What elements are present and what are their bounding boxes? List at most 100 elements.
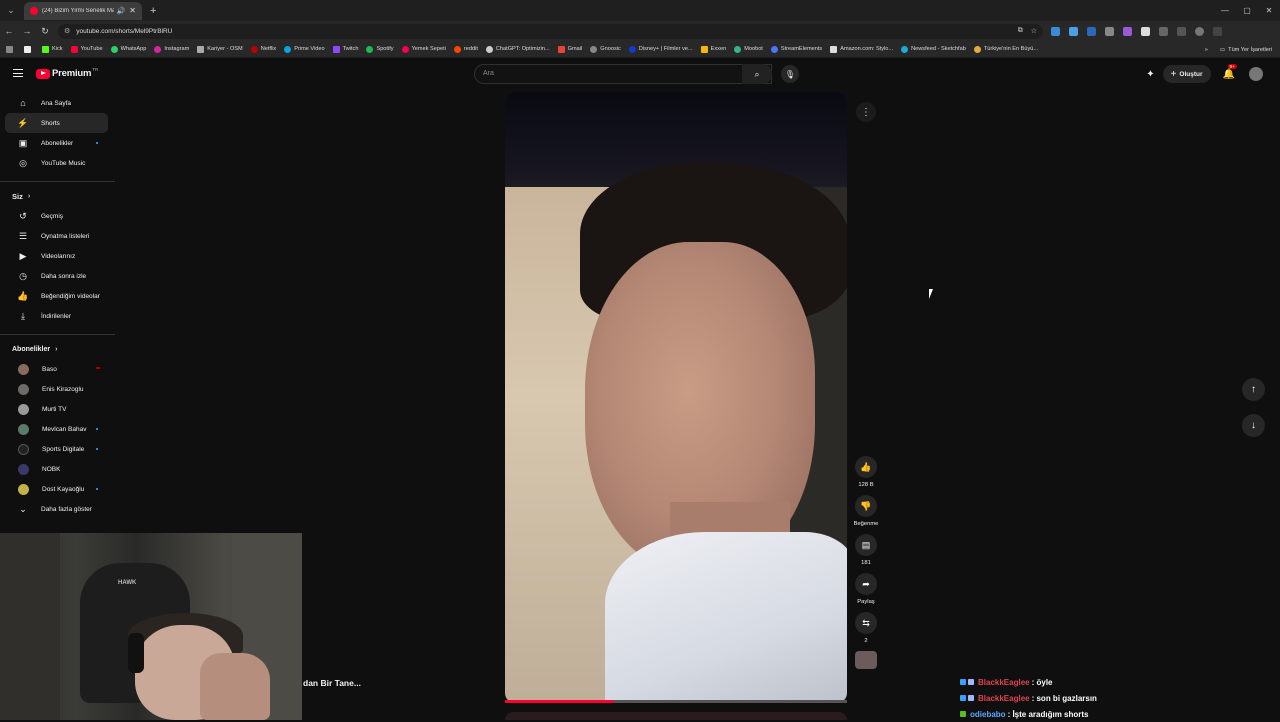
sidepanel-icon[interactable] [1177,26,1186,36]
sidebar-sub-channel[interactable]: Baso [5,359,108,379]
bookmark-kick[interactable]: Kick [42,45,63,53]
bookmark-whatsapp[interactable]: WhatsApp [110,45,146,53]
home-icon: ⌂ [20,98,26,108]
bookmark-spotify[interactable]: Spotify [366,45,394,53]
sidebar-sub-channel[interactable]: Murti TV [5,399,108,419]
bookmark-streamelements[interactable]: StreamElements [770,45,822,53]
new-tab-icon[interactable]: + [150,5,156,17]
previous-short-button[interactable]: ↑ [1242,378,1265,401]
minimize-icon[interactable]: — [1214,0,1236,21]
bookmark-gnoosic[interactable]: Gnoosic [590,45,621,53]
bookmark-netflix[interactable]: Netflix [250,45,276,53]
tab-close-icon[interactable]: ✕ [129,6,136,15]
voice-search-button[interactable]: 🎙 [781,65,799,83]
next-short-button[interactable]: ↓ [1242,414,1265,437]
all-bookmarks[interactable]: » ▭ Tüm Yer İşaretleri [1205,41,1272,58]
site-info-icon[interactable]: ⚙ [64,27,70,35]
live-indicator [96,367,100,369]
bookmark-gmail[interactable]: Gmail [557,45,582,53]
cast-icon[interactable]: ✦ [1146,69,1154,80]
sidebar-section-subscriptions[interactable]: Abonelikler › [0,339,115,359]
reload-icon[interactable]: ↻ [36,26,54,37]
extension-icon[interactable] [1051,26,1060,36]
bookmark-star-icon[interactable]: ☆ [1031,27,1037,35]
like-button[interactable]: 👍 [855,456,877,478]
sidebar-section-you[interactable]: Siz › [0,186,115,206]
remix-button[interactable]: ⇆ [855,612,877,634]
install-icon[interactable]: ⧉ [1018,27,1023,35]
bookmark-yemek-sepeti[interactable]: Yemek Sepeti [401,45,446,53]
bookmark-disney[interactable]: Disney+ | Filmler ve... [628,45,693,53]
bookmark-twitch[interactable]: Twitch [332,45,358,53]
close-window-icon[interactable]: ✕ [1258,0,1280,21]
video-progress-bar[interactable] [505,700,847,703]
dislike-button[interactable]: 👎 [855,495,877,517]
more-bookmarks-icon[interactable]: » [1205,47,1208,53]
extension-icon[interactable] [1105,26,1114,36]
sidebar-sub-channel[interactable]: Enis Kirazoglu [5,379,108,399]
more-options-button[interactable]: ⋮ [856,102,876,122]
comments-button[interactable]: ▤ [855,534,877,556]
sidebar-item-downloads[interactable]: ⤓ İndirilenler [5,306,108,326]
extensions-puzzle-icon[interactable] [1159,26,1168,36]
bookmark-instagram[interactable]: Instagram [154,45,189,53]
bookmark-sketchfab[interactable]: Newsfeed - Sketchfab [901,45,966,53]
youtube-header: Premium TR Ara ⌕ 🎙 ✦ + Oluştur 🔔 9+ [0,58,1280,90]
bookmark-kariyer[interactable]: Kariyer - OSM [197,45,243,53]
sidebar-sub-channel[interactable]: Dost Kayaoğlu [5,479,108,499]
sidebar-item-shorts[interactable]: ⚡ Shorts [5,113,108,133]
tab-search-icon[interactable]: ⌄ [2,2,20,20]
url-text: youtube.com/shorts/Mel9PtrBlRU [76,27,173,35]
show-more-button[interactable]: ⌄ Daha fazla göster [5,499,108,519]
sidebar-item-home[interactable]: ⌂ Ana Sayfa [5,93,108,113]
menu-icon[interactable] [13,69,23,77]
sidebar-sub-channel[interactable]: Mevlcan Bahav [5,419,108,439]
sidebar-sub-channel[interactable]: NOBK [5,459,108,479]
search-button[interactable]: ⌕ [742,64,772,84]
channel-avatar [18,463,29,475]
apps-icon[interactable] [6,45,16,53]
bookmark-prime-video[interactable]: Prime Video [284,45,325,53]
bookmark-exxen[interactable]: Exxen [700,45,726,53]
bookmark-turkiye[interactable]: Türkiye'nin En Büyü... [973,45,1038,53]
speaker-icon[interactable]: 🔊 [117,7,126,15]
sidebar-item-history[interactable]: ↺ Geçmiş [5,206,108,226]
chat-text: : İşte aradığım shorts [1007,709,1089,719]
short-video-player[interactable] [505,92,847,703]
sidebar-item-your-videos[interactable]: ▶ Videolarınız [5,246,108,266]
sidebar-item-subscriptions[interactable]: ▣ Abonelikler [5,133,108,153]
new-content-dot [96,488,98,490]
bookmark-reddit[interactable]: reddit [453,45,478,53]
url-field[interactable]: ⚙ youtube.com/shorts/Mel9PtrBlRU ⧉ ☆ [58,23,1043,39]
bookmark-youtube[interactable]: YouTube [70,45,103,53]
sidebar-item-watch-later[interactable]: ◷ Daha sonra izle [5,266,108,286]
extension-icon[interactable] [1069,26,1078,36]
avatar[interactable] [1249,67,1263,81]
maximize-icon[interactable]: ▢ [1236,0,1258,21]
bookmark-chatgpt[interactable]: ChatGPT: Optimizin... [485,45,550,53]
share-label: Paylaş [857,599,875,605]
extension-icon[interactable] [1123,26,1132,36]
create-button[interactable]: + Oluştur [1162,65,1211,83]
sidebar-item-liked-videos[interactable]: 👍 Beğendiğim videolar [5,286,108,306]
bookmark-amazon[interactable]: Amazon.com: Stylo... [830,45,893,53]
share-button[interactable]: ➦ [855,573,877,595]
back-icon[interactable]: ← [0,26,18,36]
youtube-logo[interactable]: Premium TR [36,67,98,79]
forward-icon[interactable]: → [18,26,36,36]
extension-icon[interactable] [1141,26,1150,36]
sidebar-item-playlists[interactable]: ☰ Oynatma listeleri [5,226,108,246]
sidebar-item-youtube-music[interactable]: ◎ YouTube Music [5,153,108,173]
next-short-preview[interactable] [505,712,847,720]
menu-dots-icon[interactable] [1213,26,1222,36]
bookmark-moobot[interactable]: Moobot [734,45,763,53]
x-bookmark-icon[interactable] [24,45,34,53]
tab-title: (24) Bizim Yirmi Senelik Ma [42,7,114,14]
notifications-button[interactable]: 🔔 9+ [1223,63,1237,80]
search-input[interactable]: Ara [474,64,772,84]
sidebar-sub-channel[interactable]: Sports Digitale [5,439,108,459]
profile-icon[interactable] [1195,26,1204,36]
sound-thumbnail[interactable] [855,651,877,669]
extension-icon[interactable] [1087,26,1096,36]
browser-tab[interactable]: (24) Bizim Yirmi Senelik Ma 🔊 ✕ [24,1,142,20]
